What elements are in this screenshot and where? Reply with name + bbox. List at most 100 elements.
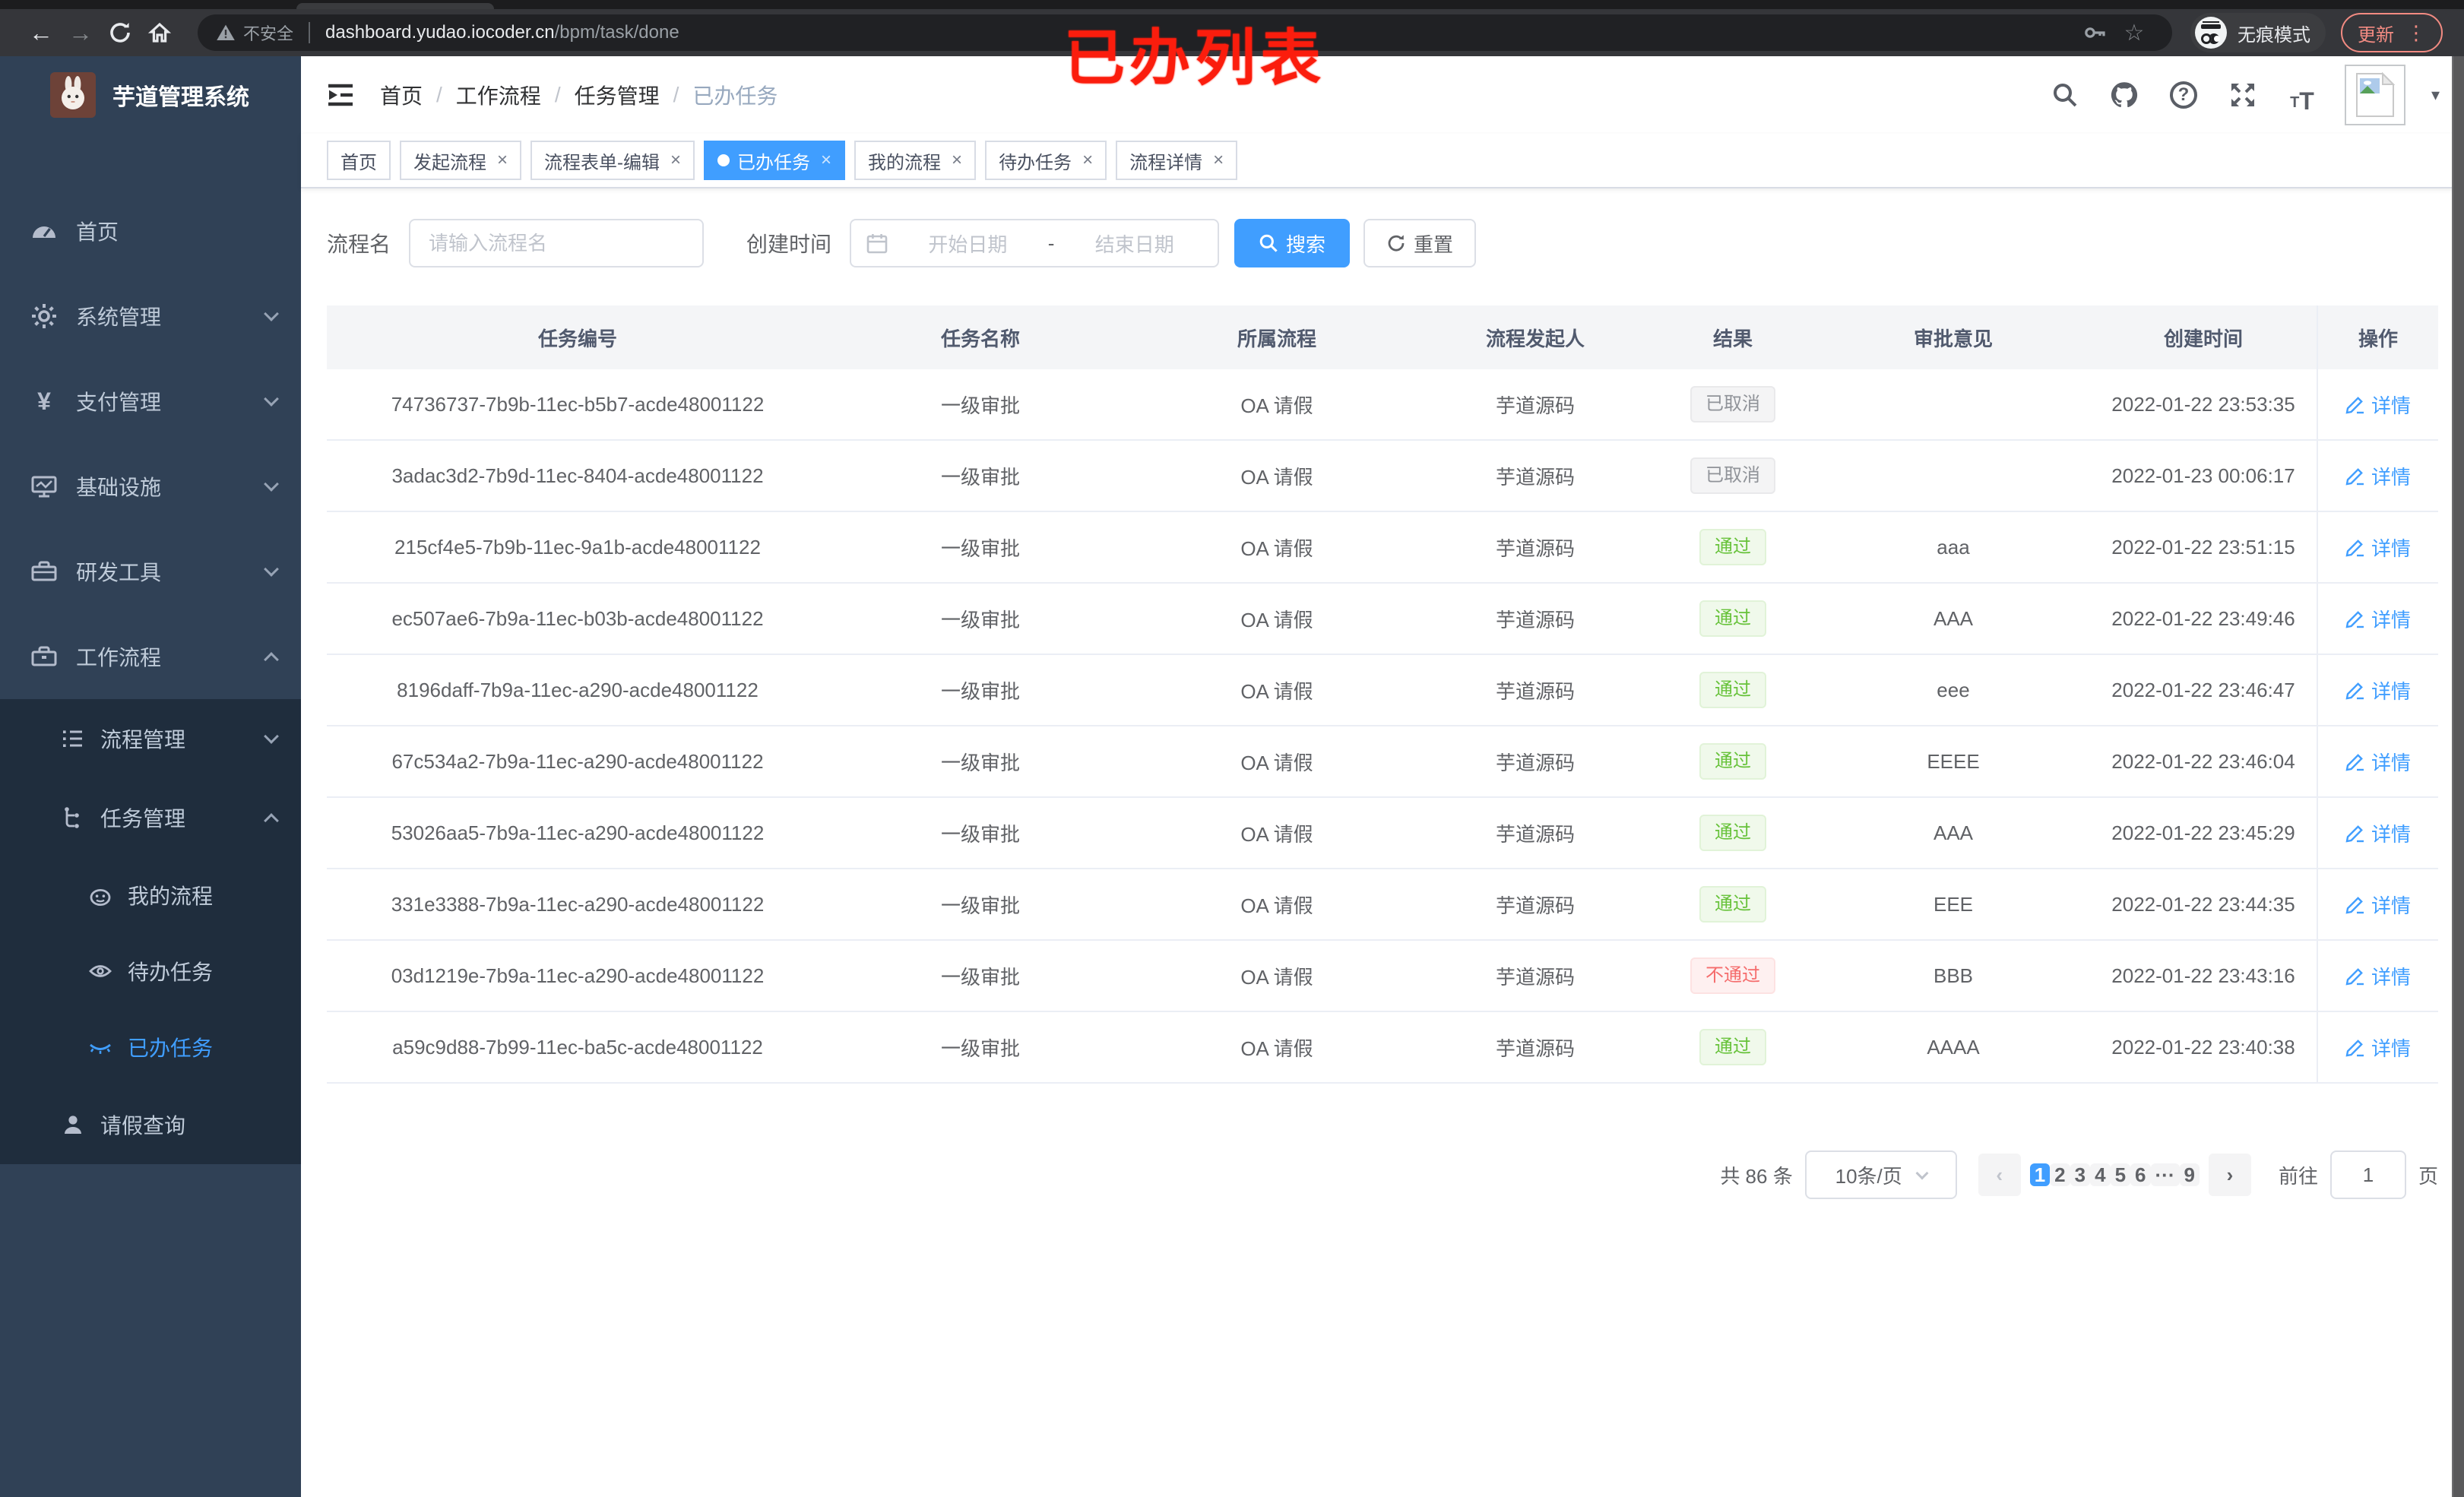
page-number-button[interactable]: 6 bbox=[2130, 1163, 2151, 1186]
filter-bar: 流程名 创建时间 开始日期 - 结束日期 搜索 重置 bbox=[327, 219, 2438, 267]
sidebar-item-process-mgmt[interactable]: 流程管理 bbox=[0, 699, 301, 778]
sidebar-item-devtools[interactable]: 研发工具 bbox=[0, 529, 301, 614]
sidebar-item-payment[interactable]: ¥ 支付管理 bbox=[0, 359, 301, 444]
page-number-button[interactable]: 1 bbox=[2029, 1163, 2051, 1186]
breadcrumb-current: 已办任务 bbox=[692, 84, 778, 108]
result-badge: 已取消 bbox=[1690, 386, 1775, 423]
task-name: 一级审批 bbox=[940, 536, 1020, 560]
sidebar-item-infra[interactable]: 基础设施 bbox=[0, 444, 301, 529]
refresh-icon[interactable] bbox=[100, 13, 140, 52]
page-number-button[interactable]: ··· bbox=[2150, 1163, 2180, 1186]
sidebar-item-home[interactable]: 首页 bbox=[0, 188, 301, 274]
back-icon[interactable]: ← bbox=[21, 13, 61, 52]
page-size-select[interactable]: 10条/页 bbox=[1804, 1150, 1957, 1199]
prev-page-button[interactable]: ‹ bbox=[1978, 1154, 2021, 1196]
home-icon[interactable] bbox=[140, 13, 179, 52]
process-name-input[interactable] bbox=[409, 219, 705, 267]
detail-link[interactable]: 详情 bbox=[2345, 819, 2411, 847]
process-starter: 芋道源码 bbox=[1495, 822, 1575, 846]
sidebar-item-todo-tasks[interactable]: 待办任务 bbox=[0, 933, 301, 1009]
next-page-button[interactable]: › bbox=[2208, 1154, 2251, 1196]
detail-link[interactable]: 详情 bbox=[2345, 605, 2411, 633]
active-dot bbox=[717, 154, 730, 166]
breadcrumb-workflow[interactable]: 工作流程 bbox=[456, 80, 541, 110]
close-tab-icon[interactable]: × bbox=[670, 150, 681, 171]
page-number-button[interactable]: 2 bbox=[2050, 1163, 2070, 1186]
github-icon[interactable] bbox=[2108, 78, 2141, 112]
search-button[interactable]: 搜索 bbox=[1234, 219, 1351, 267]
goto-page-input[interactable] bbox=[2329, 1150, 2406, 1199]
person-icon bbox=[61, 1112, 85, 1137]
close-tab-icon[interactable]: × bbox=[497, 150, 508, 171]
tab[interactable]: 我的流程 × bbox=[854, 141, 977, 180]
edit-pencil-icon bbox=[2345, 897, 2364, 914]
table-header: 任务编号 任务名称 所属流程 流程发起人 结果 审批意见 创建时间 操作 bbox=[327, 305, 2438, 369]
tab[interactable]: 流程详情 × bbox=[1116, 141, 1238, 180]
avatar-caret-icon[interactable]: ▾ bbox=[2431, 85, 2440, 105]
close-tab-icon[interactable]: × bbox=[821, 150, 831, 171]
not-secure-warning[interactable]: 不安全 bbox=[216, 21, 293, 45]
url-divider bbox=[309, 22, 311, 43]
font-size-icon[interactable]: TT bbox=[2285, 78, 2319, 113]
result-badge: 通过 bbox=[1699, 743, 1766, 780]
avatar[interactable] bbox=[2344, 65, 2405, 125]
page-number-button[interactable]: 4 bbox=[2090, 1163, 2111, 1186]
approve-opinion: AAAA bbox=[1927, 1035, 1980, 1059]
tab[interactable]: 发起流程 × bbox=[400, 141, 522, 180]
detail-link[interactable]: 详情 bbox=[2345, 533, 2411, 562]
close-tab-icon[interactable]: × bbox=[952, 150, 962, 171]
chevron-down-icon bbox=[264, 306, 279, 321]
page-number-button[interactable]: 3 bbox=[2070, 1163, 2091, 1186]
table-row: 53026aa5-7b9a-11ec-a290-acde48001122 一级审… bbox=[327, 798, 2438, 869]
forward-icon[interactable]: → bbox=[61, 13, 100, 52]
detail-link[interactable]: 详情 bbox=[2345, 748, 2411, 776]
help-icon[interactable]: ? bbox=[2167, 78, 2200, 112]
breadcrumb-task-mgmt[interactable]: 任务管理 bbox=[575, 80, 660, 110]
reset-button[interactable]: 重置 bbox=[1363, 219, 1477, 267]
content: 流程名 创建时间 开始日期 - 结束日期 搜索 重置 bbox=[301, 219, 2464, 1199]
table-row: 74736737-7b9b-11ec-b5b7-acde48001122 一级审… bbox=[327, 369, 2438, 441]
dashboard-icon bbox=[30, 217, 58, 245]
close-tab-icon[interactable]: × bbox=[1213, 150, 1224, 171]
browser-active-tab[interactable] bbox=[296, 3, 494, 9]
table-row: 215cf4e5-7b9b-11ec-9a1b-acde48001122 一级审… bbox=[327, 512, 2438, 584]
password-key-icon[interactable] bbox=[2075, 13, 2114, 52]
sidebar-item-done-tasks[interactable]: 已办任务 bbox=[0, 1009, 301, 1085]
search-icon[interactable] bbox=[2048, 78, 2082, 112]
task-name: 一级审批 bbox=[940, 465, 1020, 489]
tab[interactable]: 首页 bbox=[327, 141, 391, 180]
tab[interactable]: 已办任务 × bbox=[704, 141, 846, 180]
date-range-input[interactable]: 开始日期 - 结束日期 bbox=[850, 219, 1220, 267]
bookmark-star-icon[interactable]: ☆ bbox=[2114, 13, 2154, 52]
detail-link[interactable]: 详情 bbox=[2345, 1033, 2411, 1062]
close-tab-icon[interactable]: × bbox=[1082, 150, 1093, 171]
page-scrollbar[interactable] bbox=[2452, 56, 2464, 1497]
breadcrumb-home[interactable]: 首页 bbox=[380, 80, 423, 110]
app-logo[interactable]: 芋道管理系统 bbox=[0, 56, 301, 134]
sidebar-item-my-process[interactable]: 我的流程 bbox=[0, 857, 301, 933]
process-starter: 芋道源码 bbox=[1495, 679, 1575, 703]
detail-link[interactable]: 详情 bbox=[2345, 676, 2411, 704]
tab[interactable]: 流程表单-编辑 × bbox=[530, 141, 695, 180]
page-number-button[interactable]: 5 bbox=[2110, 1163, 2131, 1186]
tab[interactable]: 待办任务 × bbox=[985, 141, 1107, 180]
page-number-button[interactable]: 9 bbox=[2179, 1163, 2200, 1186]
created-time: 2022-01-22 23:40:38 bbox=[2111, 1035, 2295, 1059]
chevron-up-icon bbox=[264, 813, 279, 828]
update-button[interactable]: 更新 ⋮ bbox=[2341, 13, 2443, 52]
detail-link[interactable]: 详情 bbox=[2345, 462, 2411, 490]
process-name: OA 请假 bbox=[1240, 536, 1313, 560]
detail-link[interactable]: 详情 bbox=[2345, 891, 2411, 919]
sidebar-item-task-mgmt[interactable]: 任务管理 bbox=[0, 778, 301, 857]
detail-link[interactable]: 详情 bbox=[2345, 391, 2411, 419]
browser-menu-icon[interactable]: ⋮ bbox=[2406, 21, 2426, 45]
sidebar-item-system[interactable]: 系统管理 bbox=[0, 274, 301, 359]
detail-link[interactable]: 详情 bbox=[2345, 962, 2411, 990]
fullscreen-icon[interactable] bbox=[2226, 78, 2260, 112]
collapse-sidebar-icon[interactable] bbox=[325, 80, 356, 110]
sidebar: 芋道管理系统 首页 系统管理 ¥ 支付管理 基础设施 研发工具 工作流程 流程管… bbox=[0, 56, 301, 1497]
sidebar-item-workflow[interactable]: 工作流程 bbox=[0, 614, 301, 699]
app-header: 首页 / 工作流程 / 任务管理 / 已办任务 ? TT ▾ bbox=[301, 56, 2464, 134]
created-time: 2022-01-22 23:49:46 bbox=[2111, 606, 2295, 630]
sidebar-item-leave-query[interactable]: 请假查询 bbox=[0, 1085, 301, 1164]
